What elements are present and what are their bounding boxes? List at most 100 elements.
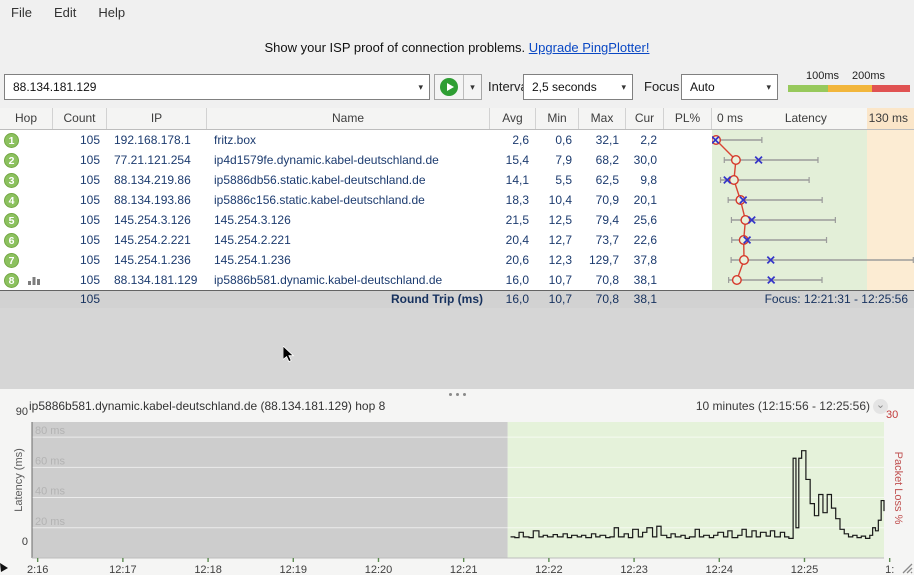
timeline-range-selector[interactable]: 10 minutes (12:15:56 - 12:25:56) <box>696 399 870 413</box>
cell-ip: 145.254.3.126 <box>114 213 191 227</box>
cell-name: 145.254.1.236 <box>214 253 291 267</box>
cell-name: ip5886c156.static.kabel-deutschland.de <box>214 193 425 207</box>
cell-latency-graph <box>712 130 914 150</box>
hop-badge: 3 <box>4 172 19 188</box>
table-row[interactable]: 5 105 145.254.3.126 145.254.3.126 21,5 1… <box>0 210 914 230</box>
cell-min: 5,5 <box>555 173 572 187</box>
svg-text:12:21: 12:21 <box>450 564 478 575</box>
summary-cur: 38,1 <box>633 292 657 306</box>
table-row[interactable]: 7 105 145.254.1.236 145.254.1.236 20,6 1… <box>0 250 914 270</box>
cell-latency-graph <box>712 230 914 250</box>
chevron-down-icon[interactable]: ▾ <box>621 75 626 99</box>
cell-avg: 20,6 <box>505 253 529 267</box>
cell-cur: 38,1 <box>633 273 657 287</box>
cell-pl <box>664 270 712 290</box>
focus-range-text: Focus: 12:21:31 - 12:25:56 <box>764 292 908 306</box>
svg-text:12:17: 12:17 <box>109 564 137 575</box>
empty-panel <box>0 308 914 390</box>
cell-min: 10,7 <box>548 273 572 287</box>
menu-help[interactable]: Help <box>87 1 136 24</box>
svg-text:60 ms: 60 ms <box>35 455 65 467</box>
hop-badge: 5 <box>4 212 19 228</box>
cell-min: 0,6 <box>555 133 572 147</box>
cell-latency-graph <box>712 170 914 190</box>
latency-title: Latency <box>784 111 827 125</box>
column-header-avg[interactable]: Avg <box>490 108 536 129</box>
cell-cur: 9,8 <box>640 173 657 187</box>
column-header-pl[interactable]: PL% <box>664 108 712 129</box>
column-header-count[interactable]: Count <box>53 108 107 129</box>
column-header-min[interactable]: Min <box>536 108 579 129</box>
chevron-down-icon[interactable]: ▾ <box>418 75 423 99</box>
hop-badge: 6 <box>4 232 19 248</box>
chevron-down-icon[interactable]: ▾ <box>766 75 771 99</box>
timeline-chart[interactable]: 20 ms 40 ms 60 ms 80 ms 2:16 12:17 12:18 12:19 1… <box>0 398 914 575</box>
cell-latency-graph <box>712 190 914 210</box>
table-row[interactable]: 4 105 88.134.193.86 ip5886c156.static.ka… <box>0 190 914 210</box>
svg-text:12:18: 12:18 <box>194 564 222 575</box>
hop-badge: 4 <box>4 192 19 208</box>
cell-name: fritz.box <box>214 133 257 147</box>
trace-grid: Hop Count IP Name Avg Min Max Cur PL% 0 … <box>0 108 914 308</box>
scale-gradient-bar <box>788 85 910 92</box>
cell-min: 12,3 <box>548 253 572 267</box>
target-address-value: 88.134.181.129 <box>13 80 97 94</box>
summary-avg: 16,0 <box>505 292 529 306</box>
column-header-max[interactable]: Max <box>579 108 626 129</box>
play-icon <box>440 78 458 96</box>
cell-latency-graph <box>712 270 914 290</box>
column-header-hop[interactable]: Hop <box>0 108 53 129</box>
cell-latency-graph <box>712 150 914 170</box>
cell-count: 105 <box>79 273 100 287</box>
table-row[interactable]: 3 105 88.134.219.86 ip5886db56.static.ka… <box>0 170 914 190</box>
y-axis-title: Latency (ms) <box>13 448 25 512</box>
svg-text:12:25: 12:25 <box>791 564 819 575</box>
cell-avg: 15,4 <box>505 153 529 167</box>
svg-text:12:19: 12:19 <box>280 564 308 575</box>
table-row[interactable]: 6 105 145.254.2.221 145.254.2.221 20,4 1… <box>0 230 914 250</box>
resize-grip-icon[interactable] <box>901 562 913 574</box>
grid-body: 1 105 192.168.178.1 fritz.box 2,6 0,6 32… <box>0 130 914 290</box>
svg-text:12:22: 12:22 <box>535 564 563 575</box>
pingplotter-window: File Edit Help Show your ISP proof of co… <box>0 0 914 575</box>
cell-avg: 16,0 <box>505 273 529 287</box>
focus-combobox[interactable]: Auto ▾ <box>681 74 778 100</box>
cell-avg: 20,4 <box>505 233 529 247</box>
target-address-combobox[interactable]: 88.134.181.129 ▾ <box>4 74 430 100</box>
right-axis-max: 30 <box>886 409 899 421</box>
splitter-handle[interactable] <box>0 389 914 398</box>
interval-value: 2,5 seconds <box>532 80 597 94</box>
upgrade-link[interactable]: Upgrade PingPlotter! <box>529 40 650 55</box>
column-header-cur[interactable]: Cur <box>626 108 664 129</box>
column-header-name[interactable]: Name <box>207 108 490 129</box>
cell-pl <box>664 230 712 250</box>
cell-count: 105 <box>79 173 100 187</box>
cell-min: 12,7 <box>548 233 572 247</box>
menu-file[interactable]: File <box>0 1 43 24</box>
svg-text:12:20: 12:20 <box>365 564 393 575</box>
hop-badge: 1 <box>4 132 19 148</box>
interval-combobox[interactable]: 2,5 seconds ▾ <box>523 74 633 100</box>
column-header-ip[interactable]: IP <box>107 108 207 129</box>
cell-name: ip5886db56.static.kabel-deutschland.de <box>214 173 426 187</box>
start-trace-dropdown-button[interactable]: ▾ <box>464 75 481 99</box>
table-row[interactable]: 1 105 192.168.178.1 fritz.box 2,6 0,6 32… <box>0 130 914 150</box>
menu-edit[interactable]: Edit <box>43 1 87 24</box>
cell-pl <box>664 150 712 170</box>
table-row[interactable]: 2 105 77.21.121.254 ip4d1579fe.dynamic.k… <box>0 150 914 170</box>
cell-pl <box>664 170 712 190</box>
round-trip-label: Round Trip (ms) <box>391 292 483 306</box>
cell-ip: 192.168.178.1 <box>114 133 191 147</box>
start-trace-button[interactable] <box>435 75 464 99</box>
column-header-latency[interactable]: 0 ms Latency 130 ms <box>712 108 914 129</box>
cell-cur: 37,8 <box>633 253 657 267</box>
summary-max: 70,8 <box>595 292 619 306</box>
cell-count: 105 <box>79 153 100 167</box>
table-row[interactable]: 8 105 88.134.181.129 ip5886b581.dynamic.… <box>0 270 914 290</box>
svg-text:2:16: 2:16 <box>27 564 48 575</box>
round-trip-summary-row[interactable]: 105 Round Trip (ms) 16,0 10,7 70,8 38,1 … <box>0 290 914 308</box>
hop-badge: 2 <box>4 152 19 168</box>
menu-bar: File Edit Help <box>0 0 914 24</box>
cell-avg: 18,3 <box>505 193 529 207</box>
banner-text: Show your ISP proof of connection proble… <box>264 40 526 55</box>
